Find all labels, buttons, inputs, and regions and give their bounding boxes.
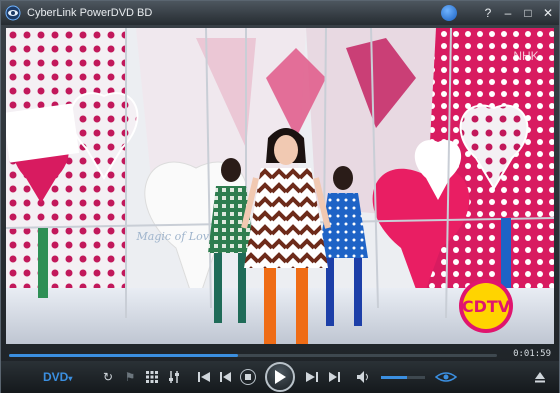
rewind-icon[interactable] [215, 365, 237, 389]
next-chapter-icon[interactable] [301, 365, 323, 389]
volume-level [381, 375, 408, 379]
elapsed-time: 0:01:59 [513, 349, 551, 359]
menu-grid-icon[interactable] [141, 365, 163, 389]
upgrade-icon[interactable] [441, 5, 457, 21]
broadcaster-watermark: NHK [513, 49, 538, 63]
app-window: CyberLink PowerDVD BD ? – □ ✕ Magic of L… [0, 0, 560, 393]
trueTheater-eye-icon[interactable] [431, 365, 461, 389]
love-sign-text: Magic of Love [136, 230, 216, 243]
eject-icon[interactable] [529, 365, 551, 389]
video-frame[interactable]: Magic of Love CDTV NHK [6, 28, 554, 344]
volume-icon[interactable] [353, 365, 375, 389]
source-label: DVD [43, 370, 69, 384]
fast-forward-icon[interactable] [323, 365, 345, 389]
seek-track[interactable] [9, 354, 497, 357]
repeat-icon[interactable]: ↻ [97, 365, 119, 389]
close-button[interactable]: ✕ [539, 4, 557, 22]
powerdvd-logo-icon [5, 5, 21, 21]
play-icon [275, 370, 286, 384]
settings-sliders-icon[interactable] [163, 365, 185, 389]
previous-chapter-icon[interactable] [193, 365, 215, 389]
bookmark-icon[interactable]: ⚑ [119, 365, 141, 389]
help-button[interactable]: ? [479, 4, 497, 22]
svg-text:CDTV: CDTV [462, 297, 511, 316]
minimize-button[interactable]: – [499, 4, 517, 22]
window-title: CyberLink PowerDVD BD [27, 7, 153, 19]
control-bar: DVD▾ ↻ ⚑ [1, 361, 559, 393]
cdtv-logo: CDTV [459, 279, 513, 333]
chevron-down-icon: ▾ [68, 374, 73, 383]
stop-button[interactable] [237, 365, 259, 389]
source-selector[interactable]: DVD▾ [43, 370, 83, 384]
volume-slider[interactable] [381, 375, 425, 379]
seek-progress [9, 354, 239, 357]
maximize-button[interactable]: □ [519, 4, 537, 22]
title-bar: CyberLink PowerDVD BD ? – □ ✕ [1, 1, 559, 25]
play-button[interactable] [265, 362, 295, 392]
video-scene: Magic of Love CDTV NHK [6, 28, 554, 344]
